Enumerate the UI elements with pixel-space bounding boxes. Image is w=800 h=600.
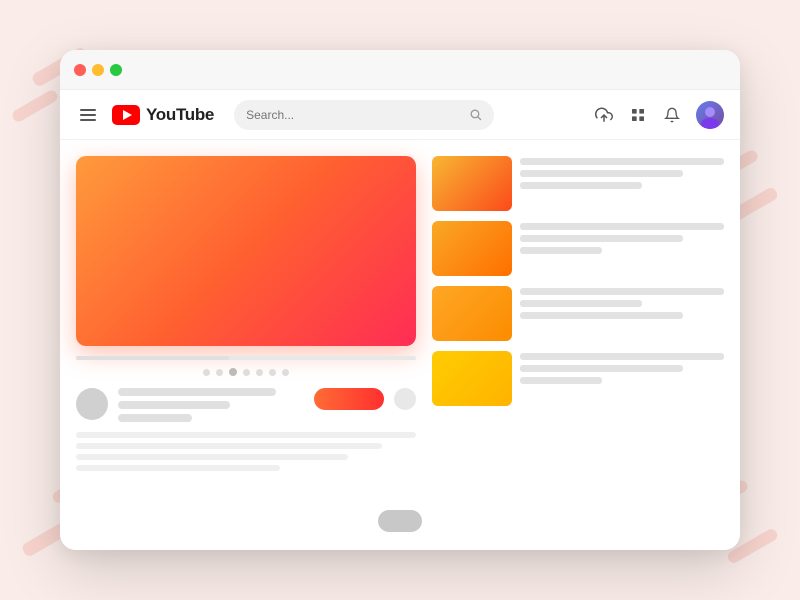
- dot-indicator-active: [229, 368, 237, 376]
- recommended-item-3[interactable]: [432, 286, 724, 341]
- channel-avatar[interactable]: [76, 388, 108, 420]
- recommended-item-4[interactable]: [432, 351, 724, 406]
- search-icon: [469, 108, 482, 121]
- dots-row: [76, 366, 416, 378]
- rec-thumbnail-2: [432, 221, 512, 276]
- navbar: YouTube: [60, 90, 740, 140]
- recommended-item-1[interactable]: [432, 156, 724, 211]
- rec-title-line: [520, 223, 724, 230]
- recommended-item-2[interactable]: [432, 221, 724, 276]
- rec-thumbnail-3: [432, 286, 512, 341]
- player-controls: [76, 356, 416, 378]
- upload-button[interactable]: [594, 105, 614, 125]
- dot-indicator: [243, 369, 250, 376]
- scrollbar-handle[interactable]: [378, 510, 422, 532]
- youtube-logo: YouTube: [112, 105, 214, 125]
- rec-thumbnail-1: [432, 156, 512, 211]
- brand-name: YouTube: [146, 105, 214, 125]
- rec-meta-4: [520, 351, 724, 384]
- rec-title-line: [520, 353, 724, 360]
- main-content: [60, 140, 740, 550]
- left-panel: [76, 156, 416, 534]
- bell-button[interactable]: [662, 105, 682, 125]
- rec-stats-line: [520, 312, 683, 319]
- search-input[interactable]: [246, 108, 461, 122]
- browser-window: YouTube: [60, 50, 740, 550]
- description-area: [76, 432, 416, 471]
- rec-channel-line: [520, 300, 642, 307]
- progress-bar-track[interactable]: [76, 356, 416, 360]
- user-avatar[interactable]: [696, 101, 724, 129]
- desc-line-1: [76, 432, 416, 438]
- dot-indicator: [203, 369, 210, 376]
- subscribe-button[interactable]: [314, 388, 384, 410]
- rec-title-line: [520, 158, 724, 165]
- video-info-row: [76, 388, 416, 422]
- rec-meta-1: [520, 156, 724, 189]
- dot-indicator: [269, 369, 276, 376]
- channel-name-line: [118, 401, 230, 409]
- video-meta: [118, 388, 304, 422]
- rec-stats-line: [520, 247, 602, 254]
- nav-actions: [594, 101, 724, 129]
- dot-indicator: [216, 369, 223, 376]
- desc-line-2: [76, 443, 382, 449]
- dot-indicator: [256, 369, 263, 376]
- desc-line-3: [76, 454, 348, 460]
- rec-thumbnail-4: [432, 351, 512, 406]
- like-button[interactable]: [394, 388, 416, 410]
- menu-button[interactable]: [76, 105, 100, 125]
- rec-channel-line: [520, 170, 683, 177]
- rec-meta-2: [520, 221, 724, 254]
- close-button[interactable]: [74, 64, 86, 76]
- rec-channel-line: [520, 235, 683, 242]
- rec-channel-line: [520, 365, 683, 372]
- dot-indicator: [282, 369, 289, 376]
- rec-stats-line: [520, 377, 602, 384]
- rec-title-line: [520, 288, 724, 295]
- youtube-icon: [112, 105, 140, 125]
- video-title-line: [118, 388, 276, 396]
- video-player[interactable]: [76, 156, 416, 346]
- rec-meta-3: [520, 286, 724, 319]
- video-stats-line: [118, 414, 192, 422]
- desc-line-4: [76, 465, 280, 471]
- traffic-lights: [74, 64, 122, 76]
- minimize-button[interactable]: [92, 64, 104, 76]
- progress-bar-fill: [76, 356, 229, 360]
- search-bar[interactable]: [234, 100, 494, 130]
- right-panel: [432, 156, 724, 534]
- grid-button[interactable]: [628, 105, 648, 125]
- title-bar: [60, 50, 740, 90]
- maximize-button[interactable]: [110, 64, 122, 76]
- rec-stats-line: [520, 182, 642, 189]
